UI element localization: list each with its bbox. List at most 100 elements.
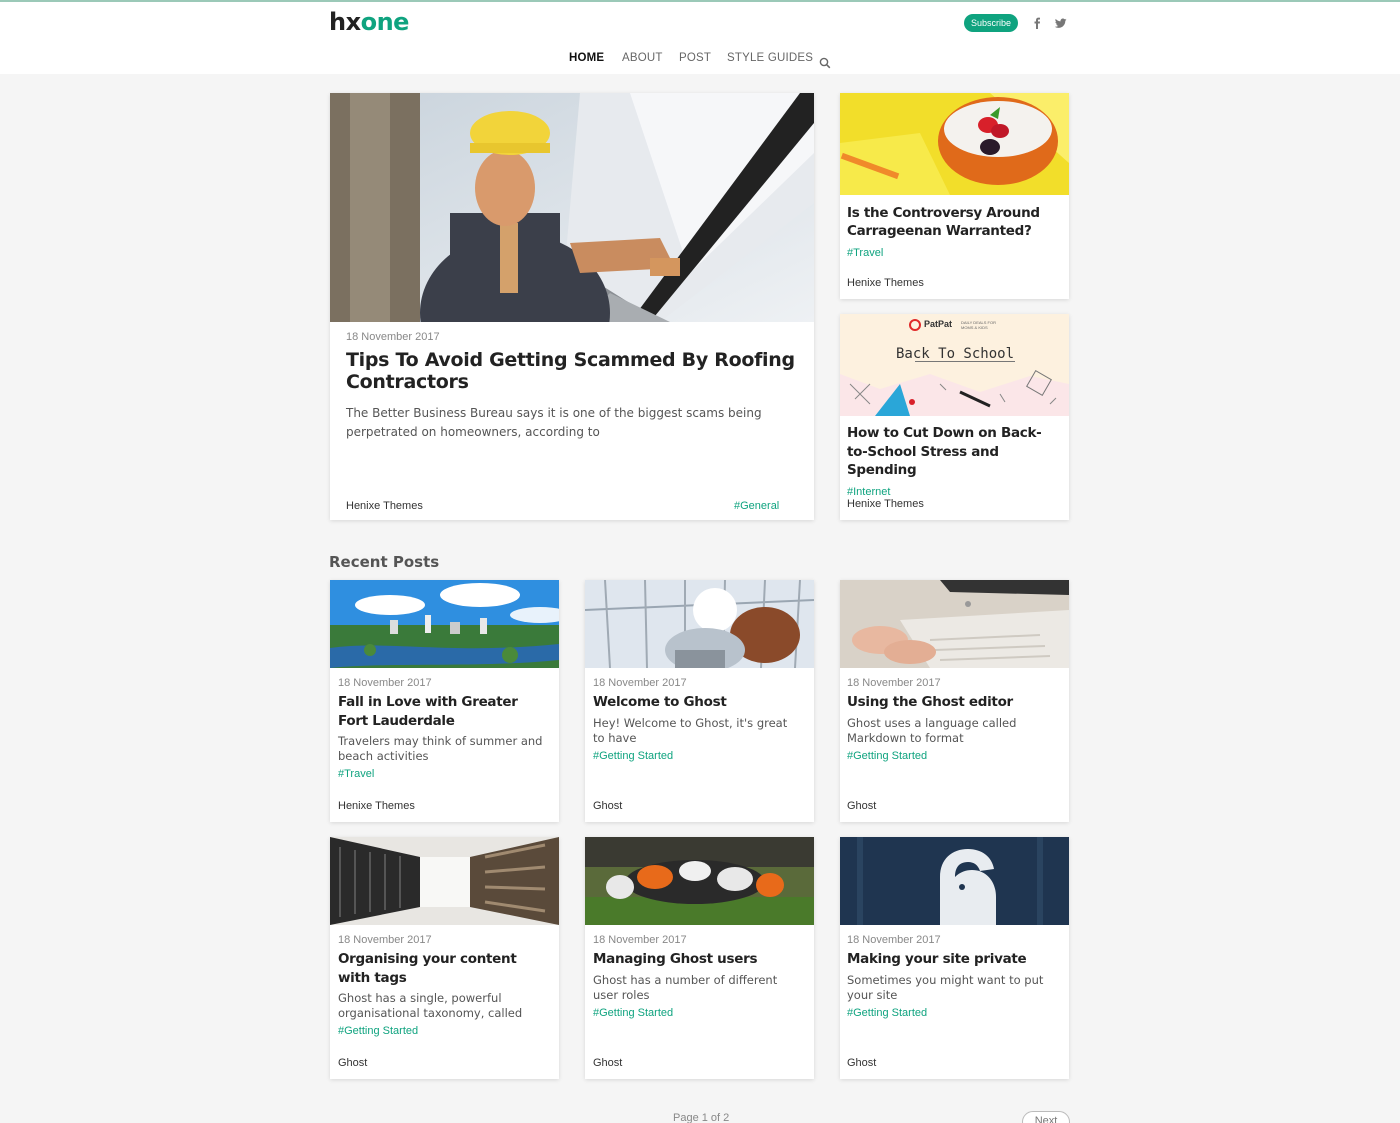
post-image (840, 837, 1069, 925)
nav-about[interactable]: ABOUT (622, 52, 663, 64)
post-date: 18 November 2017 (338, 934, 432, 946)
featured-post-title[interactable]: Tips To Avoid Getting Scammed By Roofing… (346, 349, 795, 393)
side-post-title[interactable]: Is the Controversy Around Carrageenan Wa… (847, 204, 1040, 240)
post-title[interactable]: Making your site private (847, 950, 1027, 969)
excerpt-line: Ghost has a number of different (593, 973, 778, 987)
post-date: 18 November 2017 (847, 677, 941, 689)
excerpt-line: Hey! Welcome to Ghost, it's great (593, 716, 788, 730)
side-post-tag[interactable]: #Travel (847, 247, 883, 259)
side-post-title-line: How to Cut Down on Back- (847, 425, 1042, 441)
post-card[interactable]: 18 November 2017 Organising your content… (330, 837, 559, 1079)
excerpt-line: Markdown to format (847, 731, 964, 745)
post-date: 18 November 2017 (593, 934, 687, 946)
subscribe-button[interactable]: Subscribe (964, 14, 1018, 32)
post-author[interactable]: Henixe Themes (338, 800, 415, 812)
featured-post-title-line: Tips To Avoid Getting Scammed By Roofing (346, 349, 795, 371)
post-card[interactable]: 18 November 2017 Welcome to Ghost Hey! W… (585, 580, 814, 822)
side-post-image (840, 93, 1069, 195)
post-excerpt: Ghost has a number of different user rol… (593, 973, 777, 1003)
patpat-brand-text: PatPat (924, 319, 953, 329)
post-image (840, 580, 1069, 668)
post-date: 18 November 2017 (338, 677, 432, 689)
post-image (585, 837, 814, 925)
side-post-tag[interactable]: #Internet (847, 486, 890, 498)
post-title-line: Welcome to Ghost (593, 694, 727, 710)
post-author[interactable]: Ghost (338, 1057, 367, 1069)
post-date: 18 November 2017 (593, 677, 687, 689)
side-post-card[interactable]: PatPat DAILY DEALS FOR MOMS & KIDS Back … (840, 314, 1069, 520)
post-excerpt: Ghost uses a language called Markdown to… (847, 716, 1016, 746)
post-title-line: Fall in Love with Greater (338, 694, 518, 710)
pagination-status: Page 1 of 2 (673, 1112, 730, 1123)
side-post-title[interactable]: How to Cut Down on Back- to-School Stres… (847, 424, 1042, 480)
side-post-card[interactable]: Is the Controversy Around Carrageenan Wa… (840, 93, 1069, 299)
back-to-school-banner-text: Back To School (896, 346, 1015, 362)
post-tag[interactable]: #Travel (338, 768, 374, 780)
side-post-title-line: to-School Stress and (847, 443, 999, 460)
featured-post-card[interactable]: 18 November 2017 Tips To Avoid Getting S… (330, 93, 814, 520)
nav-style-guides[interactable]: STYLE GUIDES (727, 52, 813, 64)
post-date: 18 November 2017 (847, 934, 941, 946)
post-author[interactable]: Ghost (847, 1057, 876, 1069)
post-card[interactable]: 18 November 2017 Managing Ghost users Gh… (585, 837, 814, 1079)
excerpt-line: Ghost has a single, powerful (338, 991, 502, 1005)
post-title[interactable]: Organising your content with tags (338, 950, 517, 987)
nav-home[interactable]: HOME (569, 52, 604, 64)
nav-post[interactable]: POST (679, 52, 711, 64)
excerpt-line: The Better Business Bureau says it is on… (346, 406, 762, 420)
excerpt-line: Sometimes you might want to put (847, 973, 1044, 987)
excerpt-line: perpetrated on homeowners, according to (346, 425, 600, 439)
side-post-title-line: Carrageenan Warranted? (847, 223, 1032, 239)
excerpt-line: Travelers may think of summer and (338, 734, 543, 748)
side-post-title-line: Is the Controversy Around (847, 205, 1040, 221)
post-author[interactable]: Ghost (593, 1057, 622, 1069)
facebook-icon[interactable] (1030, 14, 1044, 32)
post-author[interactable]: Ghost (847, 800, 876, 812)
post-card[interactable]: 18 November 2017 Making your site privat… (840, 837, 1069, 1079)
excerpt-line: organisational taxonomy, called (338, 1006, 523, 1020)
post-title-line: Using the Ghost editor (847, 694, 1013, 710)
excerpt-line: to have (593, 731, 637, 745)
post-tag[interactable]: #Getting Started (593, 750, 673, 762)
post-title[interactable]: Welcome to Ghost (593, 693, 727, 712)
post-tag[interactable]: #Getting Started (338, 1025, 418, 1037)
site-logo[interactable]: hxone (329, 8, 409, 36)
side-post-title-line: Spending (847, 462, 917, 478)
post-author[interactable]: Ghost (593, 800, 622, 812)
side-post-author[interactable]: Henixe Themes (847, 277, 924, 289)
search-icon[interactable] (819, 54, 831, 69)
side-post-author[interactable]: Henixe Themes (847, 498, 924, 510)
post-card[interactable]: 18 November 2017 Using the Ghost editor … (840, 580, 1069, 822)
post-title-line: Managing Ghost users (593, 951, 758, 967)
patpat-tagline-text: DAILY DEALS FOR MOMS & KIDS (961, 320, 996, 330)
post-tag[interactable]: #Getting Started (847, 750, 927, 762)
post-image (585, 580, 814, 668)
post-title-line: Making your site private (847, 951, 1027, 967)
post-tag[interactable]: #Getting Started (593, 1007, 673, 1019)
post-excerpt: Travelers may think of summer and beach … (338, 734, 542, 764)
post-excerpt: Sometimes you might want to put your sit… (847, 973, 1043, 1003)
post-title-line: with tags (338, 969, 407, 986)
featured-post-image (330, 93, 814, 322)
post-title[interactable]: Using the Ghost editor (847, 693, 1013, 712)
recent-posts-heading: Recent Posts (329, 553, 440, 571)
post-image (330, 837, 559, 925)
post-title[interactable]: Fall in Love with Greater Fort Lauderdal… (338, 693, 518, 730)
featured-post-author[interactable]: Henixe Themes (346, 500, 423, 512)
excerpt-line: Ghost uses a language called (847, 716, 1017, 730)
excerpt-line: beach activities (338, 749, 429, 763)
post-excerpt: Hey! Welcome to Ghost, it's great to hav… (593, 716, 787, 746)
post-image (330, 580, 559, 668)
site-header: hxone Subscribe HOME ABOUT POST STYLE GU… (0, 2, 1400, 74)
logo-text-one: one (360, 8, 410, 36)
excerpt-line: user roles (593, 988, 650, 1002)
post-tag[interactable]: #Getting Started (847, 1007, 927, 1019)
post-title[interactable]: Managing Ghost users (593, 950, 757, 969)
featured-post-excerpt: The Better Business Bureau says it is on… (346, 404, 762, 442)
twitter-icon[interactable] (1054, 14, 1068, 32)
logo-text-hx: hx (329, 8, 361, 36)
next-page-button[interactable]: Next (1022, 1111, 1070, 1123)
featured-post-tag[interactable]: #General (734, 500, 779, 512)
featured-post-date: 18 November 2017 (346, 331, 440, 343)
post-card[interactable]: 18 November 2017 Fall in Love with Great… (330, 580, 559, 822)
